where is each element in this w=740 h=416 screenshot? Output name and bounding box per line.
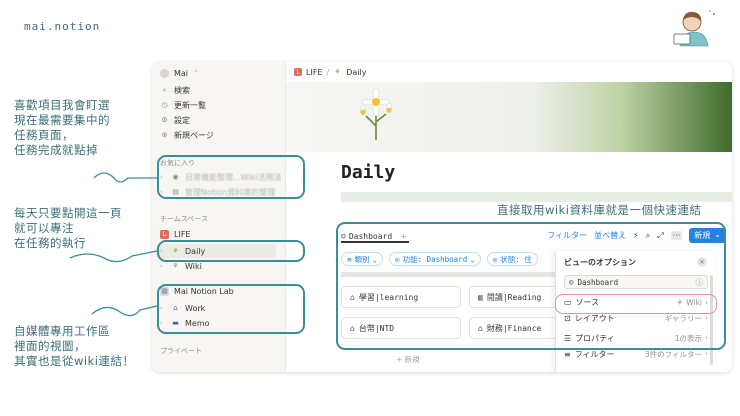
lab-annotation: 自媒體專用工作區 裡面的視圖， 其實也是從wiki連結！ [14, 324, 134, 369]
sidebar-item-new-page[interactable]: ⊕ 新規ページ [160, 128, 214, 142]
brand-logo: mai.notion [24, 20, 101, 33]
filter-icon: ≡ [564, 349, 571, 359]
daily-annotation: 每天只要點開這一頁 就可以專注 在任務的執行 [14, 206, 122, 251]
option-label: フィルター [574, 349, 615, 359]
annotation-line: 任務頁面， [14, 128, 74, 142]
annotation-line: 裡面的視圖， [14, 339, 86, 353]
annotation-line: 在任務的執行 [14, 236, 86, 250]
daisy-page-icon[interactable] [346, 82, 406, 142]
annotation-line: 每天只要點開這一頁 [14, 206, 122, 220]
workspace-name: Mai [174, 68, 189, 78]
database-callout-strip [341, 192, 732, 202]
girl-with-laptop-illustration [673, 10, 715, 47]
annotation-line: 現在最需要集中的 [14, 113, 110, 127]
breadcrumb-parent[interactable]: LIFE [306, 68, 322, 77]
plant-icon: ⚘ [172, 262, 179, 270]
annotation-line: 其實也是從wiki連結！ [14, 354, 135, 368]
daily-highlight-frame [157, 240, 305, 262]
chevron-right-icon: › [705, 348, 708, 358]
annotation-line: 喜歡項目我會盯選 [14, 98, 110, 112]
workspace-avatar [160, 68, 169, 78]
life-teamspace-icon: L [160, 229, 169, 239]
chevron-updown-icon: ⌃ [193, 69, 199, 77]
sidebar-item-label: 設定 [174, 115, 190, 125]
annotation-line: 就可以專注 [14, 221, 74, 235]
teamspace-header: チームスペース [160, 215, 208, 223]
annotation-line: 任務完成就點掉 [14, 143, 98, 157]
annotation-line: 自媒體專用工作區 [14, 324, 110, 338]
favorites-highlight-frame [157, 155, 305, 199]
breadcrumb: L LIFE / ⚘ Daily [286, 62, 732, 82]
clock-icon: ◷ [161, 101, 168, 109]
sidebar-item-search[interactable]: ⌕ 検索 [160, 83, 190, 97]
plant-icon: ⚘ [334, 68, 341, 76]
sidebar-item-label: 検索 [174, 85, 190, 95]
sidebar-item-updates[interactable]: ◷ 更新一覧 [160, 98, 206, 112]
lab-highlight-frame [157, 284, 305, 334]
filter-value: 3件のフィルター [644, 349, 702, 359]
chevron-right-icon: › [160, 262, 163, 270]
sidebar-item-label: Wiki [185, 261, 202, 271]
life-teamspace-icon: L [294, 68, 302, 76]
private-header: プライベート [160, 347, 202, 355]
sidebar-item-life[interactable]: L LIFE [160, 227, 190, 241]
breadcrumb-separator: / [326, 67, 330, 77]
plus-circle-icon: ⊕ [161, 131, 168, 139]
page-title[interactable]: Daily [341, 162, 395, 183]
add-new-card-button[interactable]: + 新規 [396, 354, 420, 365]
favorites-annotation: 喜歡項目我會盯選 現在最需要集中的 任務頁面， 任務完成就點掉 [14, 98, 110, 158]
sidebar-item-label: LIFE [174, 229, 191, 239]
database-annotation: 直接取用wiki資料庫就是一個快速連結 [494, 203, 705, 218]
source-highlight-frame [555, 294, 717, 314]
breadcrumb-current[interactable]: Daily [346, 68, 366, 77]
gear-icon: ⚙ [161, 116, 168, 124]
workspace-switcher[interactable]: Mai ⌃ [160, 66, 199, 80]
database-highlight-frame [336, 222, 726, 350]
option-value: 3件のフィルター › [645, 349, 708, 360]
sidebar-item-label: 更新一覧 [174, 100, 206, 110]
sidebar-item-label: 新規ページ [174, 130, 214, 140]
sidebar-item-settings[interactable]: ⚙ 設定 [160, 113, 190, 127]
search-icon: ⌕ [162, 85, 167, 94]
